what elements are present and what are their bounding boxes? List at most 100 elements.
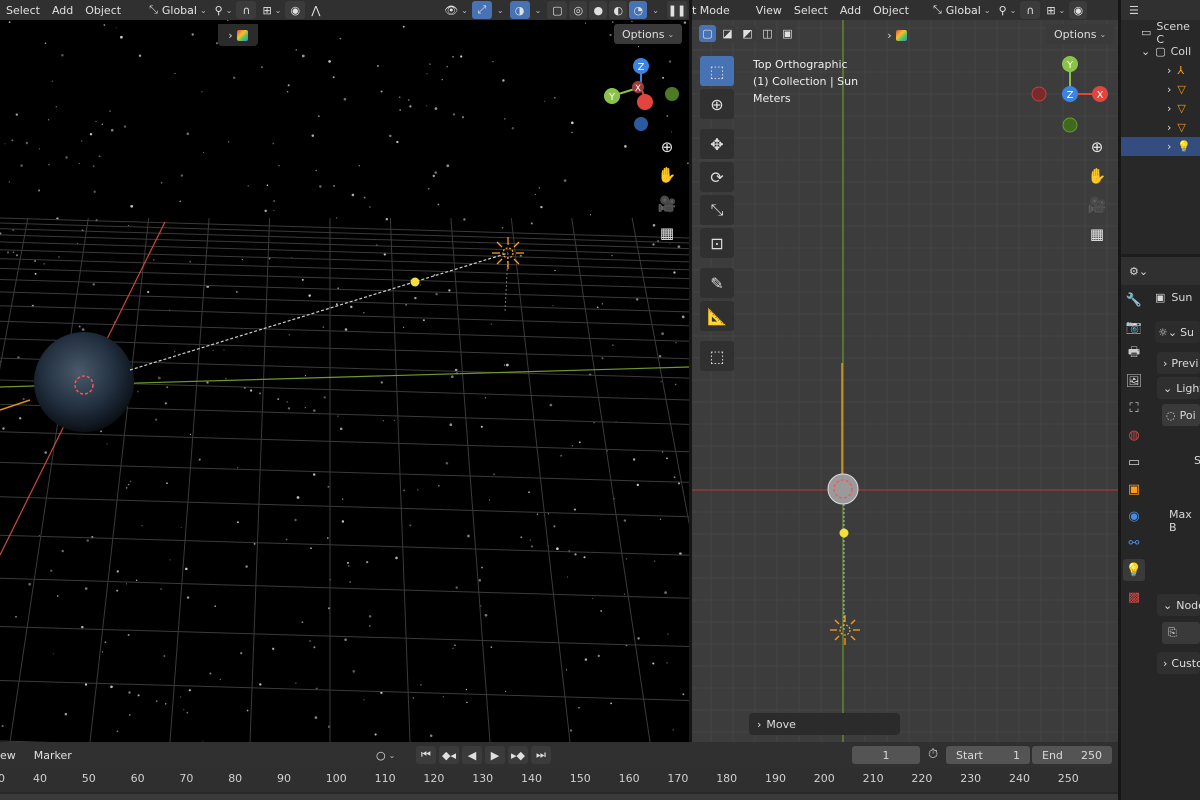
start-frame-field[interactable]: Start 1	[946, 746, 1030, 764]
constraints-tab[interactable]: ⚯	[1123, 532, 1145, 554]
zoom-button[interactable]: ⊕	[1085, 135, 1109, 159]
right-nav-gizmo[interactable]: Y X Z	[1028, 54, 1114, 136]
output-tab[interactable]: 🖶	[1123, 343, 1145, 365]
pause-render-button[interactable]: ❚❚	[667, 1, 687, 19]
select-box-tool[interactable]: ⬚	[700, 56, 734, 86]
solid-shading[interactable]: ●	[589, 1, 608, 19]
snap-dropdown[interactable]: ⊞ ⌄	[1042, 1, 1069, 19]
outliner-item-mesh-1[interactable]: › ▽	[1167, 80, 1186, 99]
pan-button[interactable]: ✋	[1085, 164, 1109, 188]
proportional-edit-toggle[interactable]: ◉	[285, 1, 306, 19]
perspective-toggle-button[interactable]: ▦	[655, 221, 679, 245]
tool-tab[interactable]: 🔧	[1123, 289, 1145, 311]
xray-toggle[interactable]: ▢	[547, 1, 568, 19]
select-subtract-mode[interactable]: ◩	[739, 25, 756, 42]
render-tab[interactable]: 📷	[1123, 316, 1145, 338]
left-viewport-tool-tab[interactable]: ›	[218, 24, 258, 46]
outliner-item-axes[interactable]: › ⅄	[1167, 61, 1184, 80]
select-intersect-mode[interactable]: ▣	[779, 25, 796, 42]
mode-dropdown[interactable]: t Mode	[692, 4, 736, 17]
chevron-down-icon[interactable]: ⌄	[497, 6, 504, 15]
menu-object[interactable]: Object	[79, 4, 127, 17]
outliner-item-sun-selected[interactable]: › 💡	[1121, 137, 1200, 156]
object-tab[interactable]: ▣	[1123, 478, 1145, 500]
overlay-toggle[interactable]: ◑	[509, 1, 530, 19]
chevron-down-icon[interactable]: ⌄	[652, 6, 659, 15]
visibility-dropdown[interactable]: 👁 ⌄	[440, 1, 472, 19]
menu-select[interactable]: Select	[788, 4, 834, 17]
zoom-button[interactable]: ⊕	[655, 135, 679, 159]
right-viewport-tool-tab[interactable]: ›	[880, 24, 914, 46]
menu-select[interactable]: Select	[0, 4, 46, 17]
custom-properties-panel-header[interactable]: › Custo	[1157, 652, 1200, 674]
select-invert-mode[interactable]: ◫	[759, 25, 776, 42]
outliner-item-mesh-3[interactable]: › ▽	[1167, 118, 1186, 137]
outliner-item-mesh-2[interactable]: › ▽	[1167, 99, 1186, 118]
physics-tab[interactable]: ◉	[1123, 505, 1145, 527]
current-frame-field[interactable]: 1	[852, 746, 920, 764]
menu-view[interactable]: ew	[0, 749, 22, 762]
select-extend-mode[interactable]: ◪	[719, 25, 736, 42]
options-dropdown[interactable]: Options ⌄	[1046, 24, 1115, 44]
play-reverse-button[interactable]: ◀	[462, 746, 482, 764]
view-layer-tab[interactable]: 🖼	[1123, 370, 1145, 392]
camera-view-button[interactable]: 🎥	[655, 192, 679, 216]
add-cube-tool[interactable]: ⬚	[700, 341, 734, 371]
light-type-point-button[interactable]: ◌ Poi	[1162, 404, 1200, 426]
preview-panel-header[interactable]: › Previ	[1157, 352, 1200, 374]
measure-tool[interactable]: 📐	[700, 301, 734, 331]
texture-tab[interactable]: ▩	[1123, 586, 1145, 608]
light-datablock-field[interactable]: ☼⌄ Su	[1155, 321, 1200, 343]
right-viewport[interactable]: Top Orthographic (1) Collection | Sun Me…	[692, 20, 1118, 742]
annotate-tool[interactable]: ✎	[700, 268, 734, 298]
rendered-shading[interactable]: ◔	[629, 1, 648, 19]
use-nodes-button[interactable]: ⎘	[1162, 622, 1200, 644]
outliner-collection-row[interactable]: ⌄ ▢ Coll	[1141, 42, 1191, 61]
snap-dropdown[interactable]: ⊞ ⌄	[258, 1, 285, 19]
transform-tool[interactable]: ⊡	[700, 228, 734, 258]
keying-dropdown[interactable]: ○ ⌄	[372, 746, 399, 764]
falloff-dropdown[interactable]: ⋀	[307, 1, 324, 19]
menu-add[interactable]: Add	[46, 4, 79, 17]
menu-view[interactable]: View	[750, 4, 788, 17]
select-new-mode[interactable]: ▢	[699, 25, 716, 42]
editor-type-dropdown[interactable]: ⚙⌄	[1129, 265, 1148, 278]
jump-end-button[interactable]: ⏭	[531, 746, 551, 764]
frame-ruler[interactable]: 0 40 50 60 70 80 90 100 110 120 130 140 150 160 170 180…	[0, 768, 1118, 792]
ortho-toggle-button[interactable]: ▦	[1085, 222, 1109, 246]
end-frame-field[interactable]: End 250	[1032, 746, 1112, 764]
wireframe-shading[interactable]: ◎	[569, 1, 588, 19]
scene-tab[interactable]: ⛶	[1123, 397, 1145, 419]
menu-marker[interactable]: Marker	[28, 749, 78, 762]
jump-start-button[interactable]: ⏮	[416, 746, 436, 764]
pivot-dropdown[interactable]: ⚲ ⌄	[211, 1, 237, 19]
left-viewport[interactable]: Select Add Object ⤡ Global ⌄ ⚲ ⌄ ∩ ⊞ ⌄ ◉ ⋀…	[0, 0, 689, 742]
collection-tab[interactable]: ▭	[1123, 451, 1145, 473]
world-tab[interactable]: ◍	[1123, 424, 1145, 446]
snap-toggle[interactable]: ∩	[236, 1, 257, 19]
last-operator-panel[interactable]: › Move	[749, 713, 900, 735]
next-keyframe-button[interactable]: ▸◆	[508, 746, 528, 764]
transform-orientation-dropdown[interactable]: ⤡ Global ⌄	[145, 1, 211, 19]
light-panel-header[interactable]: ⌄Light	[1157, 377, 1200, 399]
nodes-panel-header[interactable]: ⌄Node	[1157, 594, 1200, 616]
prev-keyframe-button[interactable]: ◆◂	[439, 746, 459, 764]
camera-view-button[interactable]: 🎥	[1085, 193, 1109, 217]
outliner-scene-row[interactable]: ▭ Scene C	[1141, 20, 1200, 46]
pan-button[interactable]: ✋	[655, 163, 679, 187]
stopwatch-icon[interactable]: ⏱	[928, 747, 938, 762]
light-data-tab[interactable]: 💡	[1123, 559, 1145, 581]
outliner-filter-icon[interactable]: ☰	[1129, 4, 1139, 17]
snap-toggle[interactable]: ∩	[1020, 1, 1041, 19]
cursor-tool[interactable]: ⊕	[700, 89, 734, 119]
move-tool[interactable]: ✥	[700, 129, 734, 159]
pivot-dropdown[interactable]: ⚲ ⌄	[995, 1, 1021, 19]
transform-orientation-dropdown[interactable]: ⤡ Global ⌄	[929, 1, 995, 19]
rotate-tool[interactable]: ⟳	[700, 162, 734, 192]
menu-add[interactable]: Add	[834, 4, 867, 17]
play-button[interactable]: ▶	[485, 746, 505, 764]
timeline-scrollbar[interactable]	[0, 794, 1118, 800]
options-dropdown[interactable]: Options ⌄	[614, 24, 683, 44]
chevron-down-icon[interactable]: ⌄	[535, 6, 542, 15]
material-shading[interactable]: ◐	[609, 1, 628, 19]
